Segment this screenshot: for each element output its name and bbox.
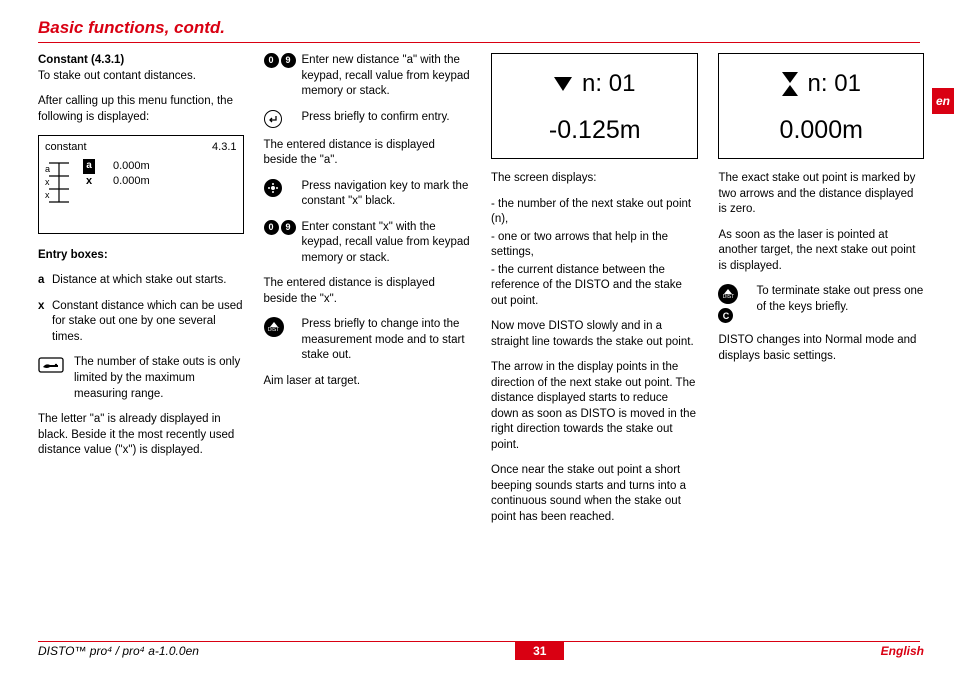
col3-l1: - the number of the next stake out point…	[491, 197, 698, 228]
x-value: 0.000m	[113, 174, 150, 189]
navigation-icon	[264, 179, 296, 197]
column-3: n: 01 -0.125m The screen displays: - the…	[491, 53, 698, 535]
constant-desc: After calling up this menu function, the…	[38, 94, 244, 125]
col4-p1: The exact stake out point is marked by t…	[718, 171, 924, 218]
col1-p3: The letter "a" is already displayed in b…	[38, 412, 244, 459]
display-box-2: n: 01 0.000m	[718, 53, 924, 159]
page-title: Basic functions, contd.	[38, 18, 924, 38]
col2-i1: Enter new distance "a" with the keypad, …	[302, 53, 471, 100]
col4-i1: To terminate stake out press one of the …	[756, 284, 924, 315]
svg-text:a: a	[45, 164, 50, 174]
col2-p2: The entered distance is displayed beside…	[264, 276, 471, 307]
title-rule	[38, 42, 920, 43]
col2-p3: Aim laser at target.	[264, 374, 471, 390]
col2-i4: Enter constant "x" with the keypad, reca…	[302, 220, 471, 267]
arrow-down-icon	[554, 77, 572, 91]
keypad-0-9-icon: 0 9	[264, 53, 296, 68]
entry-boxes-heading: Entry boxes:	[38, 248, 244, 264]
constant-heading: Constant (4.3.1)	[38, 54, 124, 66]
col4-p3: DISTO changes into Normal mode and displ…	[718, 333, 924, 364]
col3-l2: - one or two arrows that help in the set…	[491, 230, 698, 261]
display1-value: -0.125m	[502, 114, 687, 148]
pointing-hand-icon	[38, 355, 64, 375]
svg-text:x: x	[45, 177, 50, 187]
col2-i3: Press navigation key to mark the constan…	[302, 179, 471, 210]
language-tab: en	[932, 88, 954, 114]
col2-i5: Press briefly to change into the measure…	[302, 317, 471, 364]
constant-display-box: constant 4.3.1 a x x	[38, 135, 244, 234]
col3-p1: The screen displays:	[491, 171, 698, 187]
terminate-icons: DIST C	[718, 284, 750, 323]
constant-box-label: constant	[45, 140, 87, 155]
entry-x-label: x	[38, 299, 52, 346]
col3-p4: Once near the stake out point a short be…	[491, 463, 698, 525]
display2-n: n: 01	[808, 68, 861, 100]
entry-a: a Distance at which stake out starts.	[38, 273, 244, 289]
col4-p2: As soon as the laser is pointed at anoth…	[718, 228, 924, 275]
keypad-0-9-icon-2: 0 9	[264, 220, 296, 235]
x-label: x	[83, 174, 95, 189]
column-2: 0 9 Enter new distance "a" with the keyp…	[264, 53, 471, 535]
display-box-1: n: 01 -0.125m	[491, 53, 698, 159]
constant-diagram-icon: a x x	[45, 159, 73, 203]
col3-l3: - the current distance between the refer…	[491, 263, 698, 310]
a-black-label: a	[83, 159, 95, 174]
note-text: The number of stake outs is only limited…	[74, 355, 244, 402]
col2-p1: The entered distance is displayed beside…	[264, 138, 471, 169]
footer: DISTO™ pro⁴ / pro⁴ a-1.0.0en 31 English	[38, 642, 924, 660]
entry-x: x Constant distance which can be used fo…	[38, 299, 244, 346]
entry-x-text: Constant distance which can be used for …	[52, 299, 244, 346]
column-1: Constant (4.3.1) To stake out contant di…	[38, 53, 244, 535]
entry-a-label: a	[38, 273, 52, 289]
footer-left: DISTO™ pro⁴ / pro⁴ a-1.0.0en	[38, 644, 199, 658]
col2-i2: Press briefly to confirm entry.	[302, 110, 450, 126]
svg-text:x: x	[45, 190, 50, 200]
display2-value: 0.000m	[729, 114, 913, 148]
page: Basic functions, contd. en Constant (4.3…	[0, 0, 954, 674]
c-key-icon: C	[718, 308, 733, 323]
display1-n: n: 01	[582, 68, 635, 100]
column-4: n: 01 0.000m The exact stake out point i…	[718, 53, 924, 535]
constant-intro: To stake out contant distances.	[38, 70, 196, 82]
enter-icon	[264, 110, 296, 128]
entry-a-text: Distance at which stake out starts.	[52, 273, 227, 289]
constant-values: a 0.000m x 0.000m	[83, 159, 150, 189]
dist-icon: DIST	[264, 317, 296, 337]
constant-box-code: 4.3.1	[212, 140, 236, 155]
footer-right: English	[881, 644, 924, 658]
a-value: 0.000m	[113, 159, 150, 174]
note-row: The number of stake outs is only limited…	[38, 355, 244, 402]
footer-page: 31	[515, 642, 564, 660]
content-columns: Constant (4.3.1) To stake out contant di…	[38, 53, 924, 535]
col3-p2: Now move DISTO slowly and in a straight …	[491, 319, 698, 350]
col3-p3: The arrow in the display points in the d…	[491, 360, 698, 453]
arrow-pair-icon	[782, 72, 798, 96]
